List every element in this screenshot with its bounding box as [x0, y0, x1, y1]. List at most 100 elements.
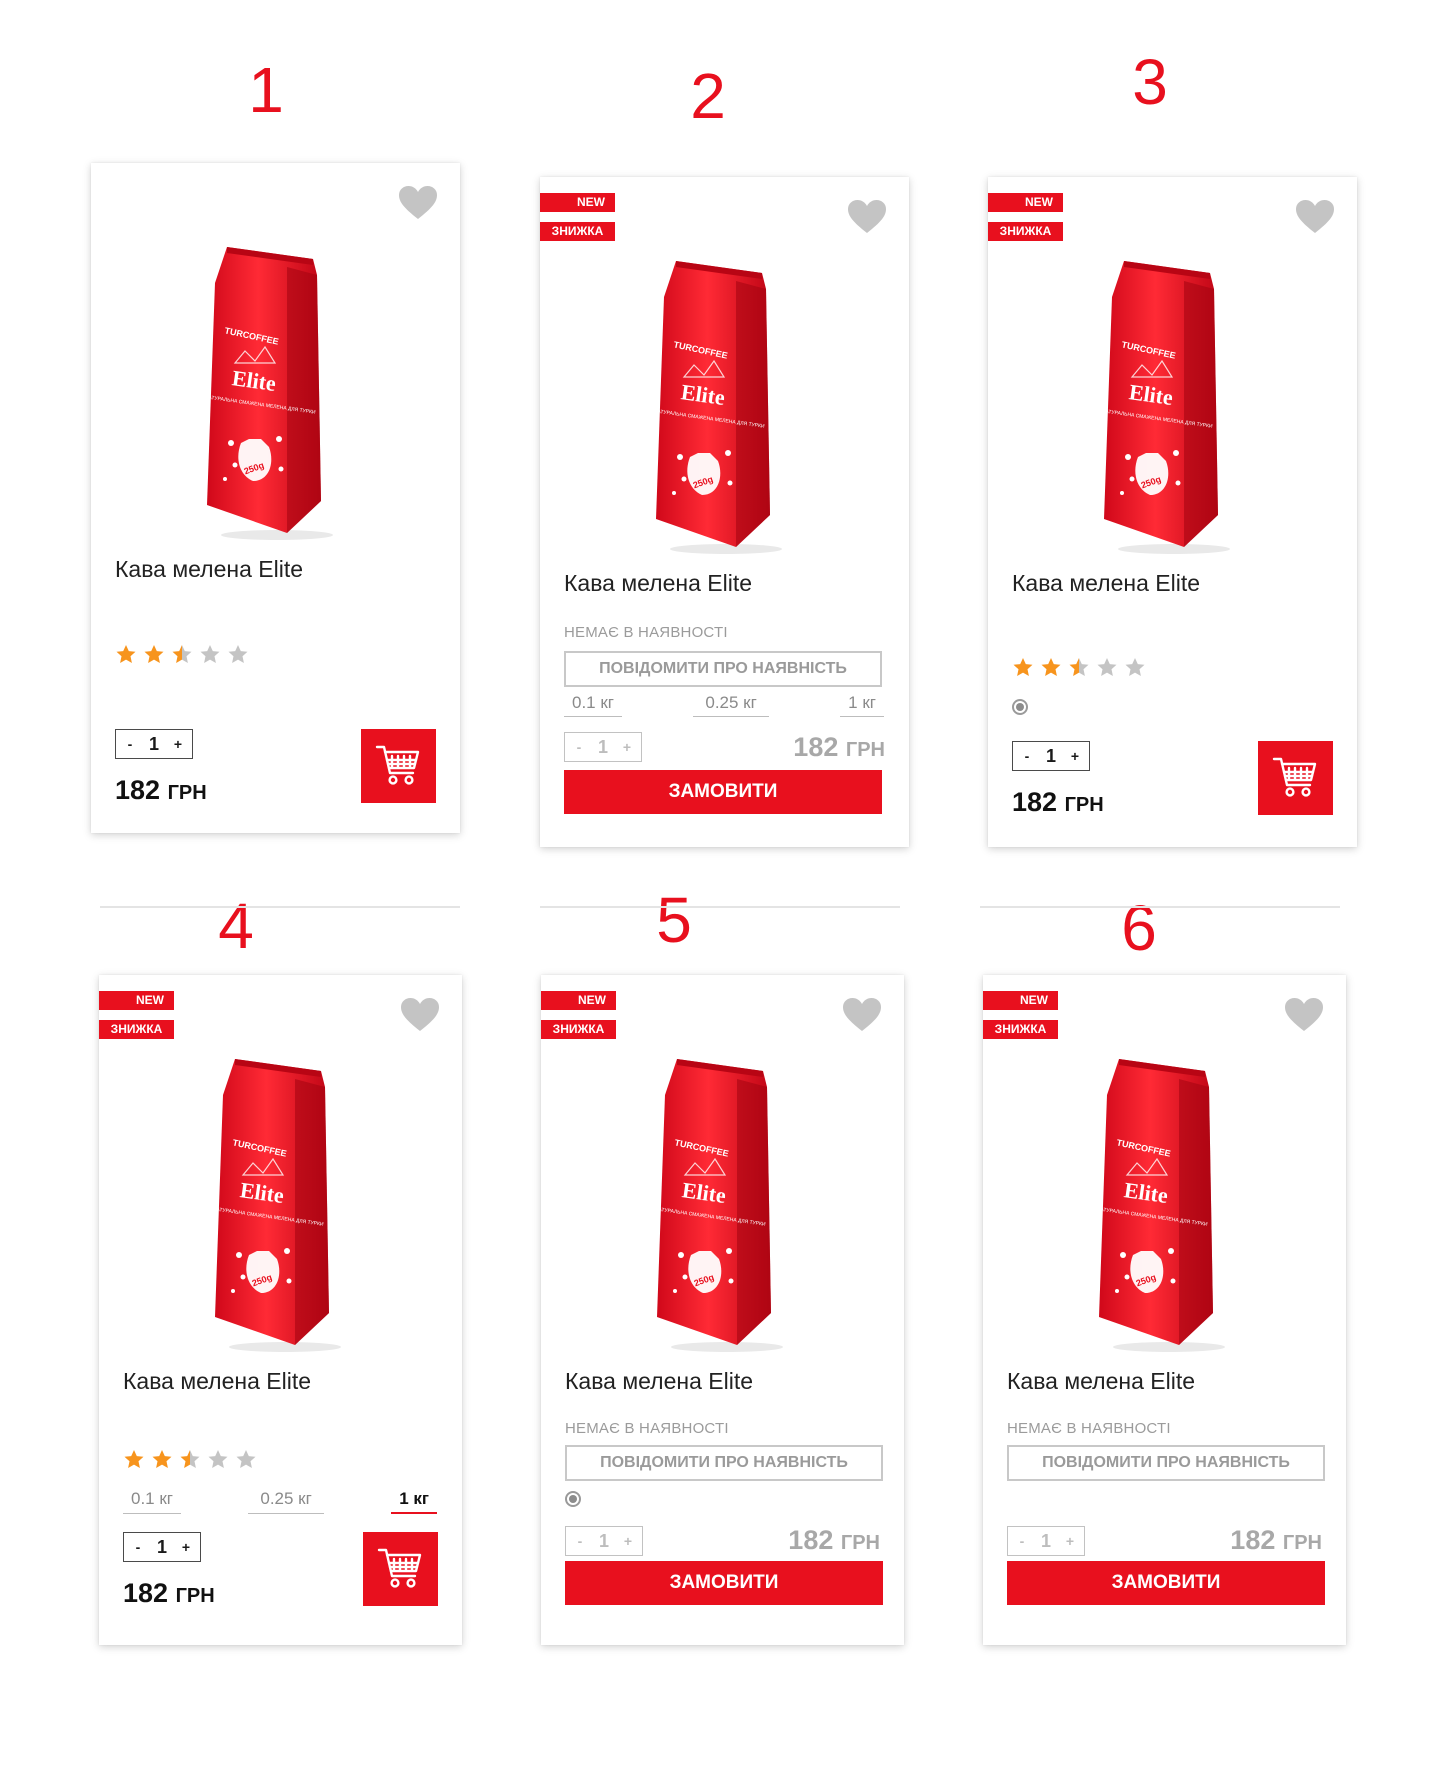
product-card-4[interactable]: NEW ЗНИЖКА TURCOFFEE Elite КАВА НАТУРАЛЬНА…: [99, 975, 462, 1645]
variant-label-2: 2: [690, 60, 726, 132]
price: 182 ГРН: [115, 775, 207, 806]
variant-label-5: 5: [656, 884, 692, 956]
price-value: 182: [1230, 1525, 1276, 1555]
star-icon[interactable]: [115, 643, 137, 665]
variant-radio[interactable]: [1012, 699, 1028, 715]
price-currency: ГРН: [1282, 1532, 1322, 1554]
variant-label-3: 3: [1132, 46, 1168, 118]
weight-option-0.1[interactable]: 0.1 кг: [123, 1489, 181, 1514]
order-button[interactable]: ЗАМОВИТИ: [564, 770, 882, 814]
rating-stars[interactable]: [1012, 656, 1146, 678]
product-image[interactable]: TURCOFFEE Elite КАВА НАТУРАЛЬНА СМАЖЕНА МЕ…: [639, 257, 794, 557]
product-title[interactable]: Кава мелена Elite: [1012, 570, 1200, 597]
quantity-minus-button[interactable]: -: [1021, 748, 1033, 764]
price-currency: ГРН: [845, 739, 885, 761]
quantity-minus-button[interactable]: -: [1016, 1533, 1028, 1549]
new-badge: NEW: [983, 991, 1058, 1010]
product-title[interactable]: Кава мелена Elite: [564, 570, 752, 597]
rating-stars[interactable]: [123, 1448, 257, 1470]
rating-stars[interactable]: [115, 643, 249, 665]
add-to-cart-button[interactable]: [363, 1532, 438, 1606]
price-value: 182: [115, 775, 161, 805]
add-to-cart-button[interactable]: [361, 729, 436, 803]
star-icon[interactable]: [1124, 656, 1146, 678]
heart-icon[interactable]: [1284, 997, 1324, 1033]
product-image[interactable]: TURCOFFEE Elite КАВА НАТУРАЛЬНА СМАЖЕНА МЕ…: [198, 1055, 353, 1355]
variant-radio[interactable]: [565, 1491, 581, 1507]
price: 182 ГРН: [1012, 787, 1104, 818]
weight-options: 0.1 кг 0.25 кг 1 кг: [123, 1489, 437, 1514]
quantity-plus-button[interactable]: +: [1064, 1533, 1076, 1549]
heart-icon[interactable]: [847, 199, 887, 235]
quantity-value[interactable]: 1: [149, 734, 159, 755]
sale-badge: ЗНИЖКА: [988, 222, 1063, 241]
notify-availability-button[interactable]: ПОВІДОМИТИ ПРО НАЯВНІСТЬ: [1007, 1445, 1325, 1481]
quantity-plus-button[interactable]: +: [172, 736, 184, 752]
quantity-value[interactable]: 1: [1046, 746, 1056, 767]
quantity-value[interactable]: 1: [157, 1537, 167, 1558]
product-card-6[interactable]: NEW ЗНИЖКА TURCOFFEE Elite КАВА НАТУРАЛЬНА…: [983, 975, 1346, 1645]
quantity-value[interactable]: 1: [598, 737, 608, 758]
price-value: 182: [793, 732, 839, 762]
product-card-2[interactable]: NEW ЗНИЖКА TURCOFFEE Elite КАВА НАТУРАЛЬНА…: [540, 177, 909, 847]
star-icon[interactable]: [1068, 656, 1090, 678]
variant-label-4: 4: [218, 890, 254, 962]
star-icon[interactable]: [171, 643, 193, 665]
order-button[interactable]: ЗАМОВИТИ: [565, 1561, 883, 1605]
star-icon[interactable]: [179, 1448, 201, 1470]
star-icon[interactable]: [199, 643, 221, 665]
quantity-minus-button[interactable]: -: [574, 1533, 586, 1549]
notify-availability-button[interactable]: ПОВІДОМИТИ ПРО НАЯВНІСТЬ: [565, 1445, 883, 1481]
star-icon[interactable]: [235, 1448, 257, 1470]
quantity-minus-button[interactable]: -: [573, 739, 585, 755]
quantity-minus-button[interactable]: -: [132, 1539, 144, 1555]
star-icon[interactable]: [207, 1448, 229, 1470]
price: 182 ГРН: [788, 1525, 880, 1556]
heart-icon[interactable]: [400, 997, 440, 1033]
product-image[interactable]: TURCOFFEE Elite КАВА НАТУРАЛЬНА СМАЖЕНА МЕ…: [1087, 257, 1242, 557]
price-currency: ГРН: [840, 1532, 880, 1554]
star-icon[interactable]: [227, 643, 249, 665]
price-value: 182: [788, 1525, 834, 1555]
weight-option-1[interactable]: 1 кг: [840, 693, 884, 717]
product-image[interactable]: TURCOFFEE Elite КАВА НАТУРАЛЬНА СМАЖЕНА МЕ…: [640, 1055, 795, 1355]
quantity-plus-button[interactable]: +: [180, 1539, 192, 1555]
weight-option-0.1[interactable]: 0.1 кг: [564, 693, 622, 717]
product-card-1[interactable]: TURCOFFEE Elite КАВА НАТУРАЛЬНА СМАЖЕНА МЕ…: [91, 163, 460, 833]
weight-option-0.25[interactable]: 0.25 кг: [248, 1489, 324, 1514]
product-image[interactable]: TURCOFFEE Elite КАВА НАТУРАЛЬНА СМАЖЕНА МЕ…: [1082, 1055, 1237, 1355]
product-image[interactable]: TURCOFFEE Elite КАВА НАТУРАЛЬНА СМАЖЕНА МЕ…: [190, 243, 345, 543]
quantity-stepper: - 1 +: [115, 729, 193, 759]
star-icon[interactable]: [1040, 656, 1062, 678]
quantity-plus-button[interactable]: +: [622, 1533, 634, 1549]
product-title[interactable]: Кава мелена Elite: [123, 1368, 311, 1395]
quantity-plus-button[interactable]: +: [621, 739, 633, 755]
weight-option-1-selected[interactable]: 1 кг: [391, 1489, 437, 1514]
price-value: 182: [123, 1578, 169, 1608]
notify-availability-button[interactable]: ПОВІДОМИТИ ПРО НАЯВНІСТЬ: [564, 651, 882, 687]
product-title[interactable]: Кава мелена Elite: [1007, 1368, 1195, 1395]
quantity-minus-button[interactable]: -: [124, 736, 136, 752]
quantity-plus-button[interactable]: +: [1069, 748, 1081, 764]
variant-label-1: 1: [248, 54, 284, 126]
product-title[interactable]: Кава мелена Elite: [115, 556, 303, 583]
star-icon[interactable]: [1096, 656, 1118, 678]
star-icon[interactable]: [143, 643, 165, 665]
product-card-5[interactable]: NEW ЗНИЖКА TURCOFFEE Elite КАВА НАТУРАЛЬНА…: [541, 975, 904, 1645]
heart-icon[interactable]: [398, 185, 438, 221]
heart-icon[interactable]: [842, 997, 882, 1033]
star-icon[interactable]: [123, 1448, 145, 1470]
product-title[interactable]: Кава мелена Elite: [565, 1368, 753, 1395]
price: 182 ГРН: [793, 732, 885, 763]
order-button[interactable]: ЗАМОВИТИ: [1007, 1561, 1325, 1605]
heart-icon[interactable]: [1295, 199, 1335, 235]
star-icon[interactable]: [151, 1448, 173, 1470]
add-to-cart-button[interactable]: [1258, 741, 1333, 815]
product-card-3[interactable]: NEW ЗНИЖКА TURCOFFEE Elite КАВА НАТУРАЛЬНА…: [988, 177, 1357, 847]
quantity-value[interactable]: 1: [1041, 1531, 1051, 1552]
sale-badge: ЗНИЖКА: [99, 1020, 174, 1039]
star-icon[interactable]: [1012, 656, 1034, 678]
weight-option-0.25[interactable]: 0.25 кг: [693, 693, 769, 717]
quantity-value[interactable]: 1: [599, 1531, 609, 1552]
divider: [980, 906, 1340, 908]
